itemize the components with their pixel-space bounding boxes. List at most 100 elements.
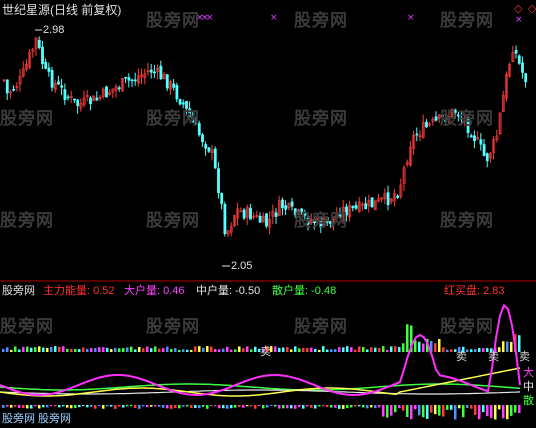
histogram-bar (90, 405, 93, 407)
histogram-bar (74, 405, 77, 409)
signal-marker: × (206, 13, 214, 23)
histogram-bar (38, 346, 41, 352)
histogram-bar (238, 346, 241, 352)
histogram-bar (158, 348, 161, 352)
histogram-bar (398, 405, 401, 409)
candle-body (133, 79, 137, 82)
histogram-bar (54, 405, 57, 407)
histogram-bar (438, 405, 441, 416)
histogram-bar (170, 405, 173, 409)
histogram-bar (482, 348, 485, 352)
histogram-bar (386, 349, 389, 352)
histogram-bar (194, 346, 197, 352)
histogram-bar (354, 349, 357, 352)
candle-body (514, 50, 518, 54)
histogram-bar (50, 405, 53, 407)
histogram-bar (334, 405, 337, 408)
histogram-bar (506, 405, 509, 420)
histogram-bar (18, 349, 21, 352)
histogram-bar (466, 405, 469, 409)
histogram-bar (10, 349, 13, 352)
yellow-line (0, 367, 521, 397)
histogram-bar (242, 348, 245, 352)
histogram-bar (366, 405, 369, 409)
histogram-bar (162, 405, 165, 408)
histogram-bar (490, 405, 493, 419)
histogram-bar (74, 349, 77, 352)
histogram-bar (358, 346, 361, 352)
candle-body (524, 73, 528, 83)
candle-body (425, 121, 428, 128)
candle-body (217, 168, 220, 194)
histogram-bar (114, 405, 117, 409)
histogram-bar (434, 343, 437, 352)
histogram-bar (334, 349, 337, 352)
histogram-bar (6, 347, 9, 352)
histogram-bar (422, 405, 425, 418)
histogram-bar (126, 347, 129, 352)
histogram-bar (166, 346, 169, 352)
histogram-bar (134, 349, 137, 352)
histogram-bar (210, 346, 213, 352)
histogram-bar (446, 405, 449, 410)
histogram-bar (290, 405, 293, 409)
watermark: 股旁网 (440, 109, 494, 128)
histogram-bar (174, 348, 177, 352)
histogram-bar (470, 349, 473, 352)
histogram-bar (414, 405, 417, 410)
histogram-bar (110, 349, 113, 352)
histogram-bar (330, 349, 333, 352)
histogram-bar (146, 346, 149, 352)
histogram-bar (346, 405, 349, 409)
histogram-bar (378, 348, 381, 352)
histogram-bar (354, 405, 357, 407)
histogram-bar (350, 347, 353, 352)
histogram-bar (98, 405, 101, 407)
sell-marker: 卖 (519, 351, 530, 363)
histogram-bar (406, 324, 409, 352)
candle-body (73, 98, 76, 101)
watermark: 股旁网 (440, 317, 494, 336)
histogram-bar (418, 405, 421, 416)
histogram-bar (30, 347, 33, 352)
histogram-bar (58, 346, 61, 352)
candle-body (60, 85, 64, 88)
candle-body (479, 139, 483, 145)
histogram-bar (510, 405, 513, 416)
footer-watermark-text: 股旁网 股旁网 (2, 413, 72, 425)
histogram-bar (190, 349, 193, 352)
histogram-bar (326, 405, 329, 407)
candle-body (63, 89, 67, 101)
histogram-bar (478, 348, 481, 352)
candle-body (165, 74, 169, 89)
histogram-bar (482, 405, 485, 413)
histogram-bar (226, 405, 229, 409)
histogram-bar (142, 348, 145, 352)
histogram-bar (94, 405, 97, 409)
histogram-bar (350, 405, 353, 408)
histogram-bar (230, 349, 233, 352)
candle-body (47, 67, 51, 72)
candle-body (281, 199, 284, 209)
histogram-bar (442, 405, 445, 417)
histogram-bar (134, 405, 137, 409)
signal-marker: × (407, 13, 415, 23)
histogram-bar (62, 405, 65, 407)
histogram-bar (402, 405, 405, 411)
histogram-bar (478, 405, 481, 420)
histogram-bar (370, 347, 373, 352)
candle-body (364, 203, 368, 209)
histogram-bar (330, 405, 333, 408)
histogram-bar (42, 347, 45, 352)
histogram-bar (238, 405, 241, 408)
diamond-marker: ◇ (514, 3, 523, 15)
histogram-bar (2, 348, 5, 352)
histogram-bar (26, 346, 29, 352)
diamond-marker: ◇ (528, 3, 536, 15)
histogram-bar (506, 341, 509, 352)
histogram-bar (130, 405, 133, 407)
histogram-bar (102, 405, 105, 409)
candle-body (415, 133, 419, 136)
histogram-bar (366, 349, 369, 352)
histogram-bar (30, 405, 33, 409)
